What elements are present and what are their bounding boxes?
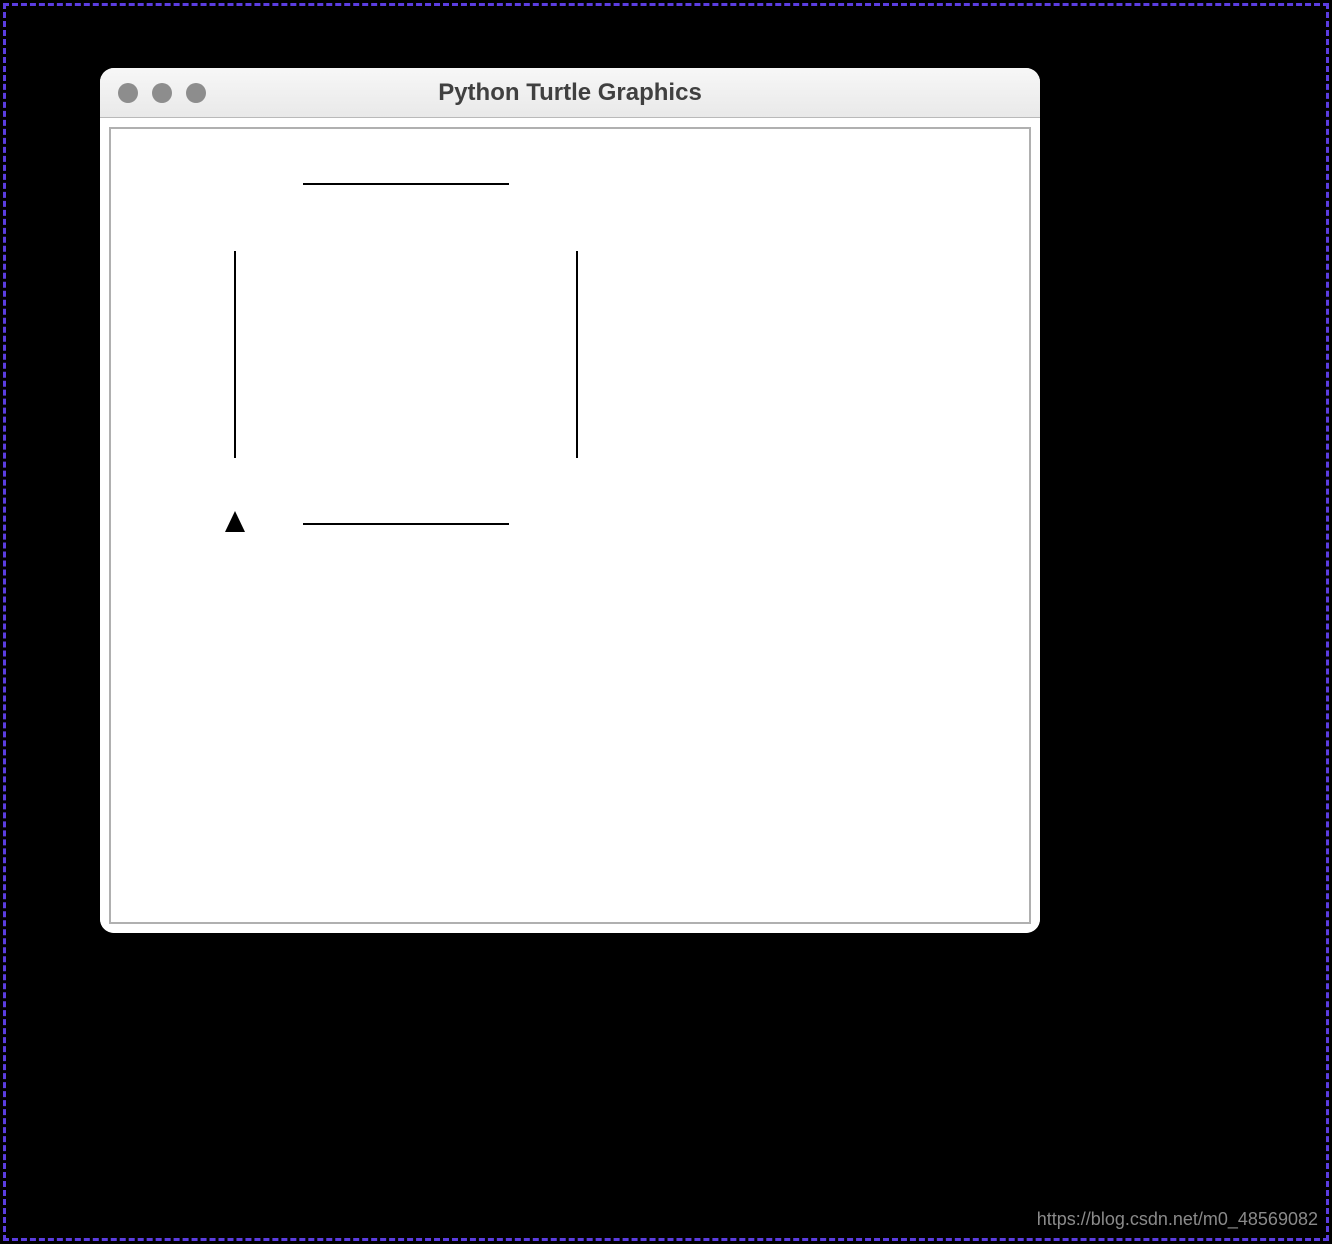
minimize-icon[interactable] bbox=[152, 83, 172, 103]
window-title: Python Turtle Graphics bbox=[100, 79, 1040, 107]
turtle-canvas[interactable] bbox=[109, 127, 1031, 924]
turtle-cursor-icon bbox=[225, 511, 245, 532]
zoom-icon[interactable] bbox=[186, 83, 206, 103]
canvas-frame bbox=[100, 118, 1040, 933]
close-icon[interactable] bbox=[118, 83, 138, 103]
window-controls bbox=[100, 83, 206, 103]
turtle-window: Python Turtle Graphics bbox=[100, 68, 1040, 933]
watermark-text: https://blog.csdn.net/m0_48569082 bbox=[1037, 1209, 1318, 1230]
window-titlebar[interactable]: Python Turtle Graphics bbox=[100, 68, 1040, 118]
turtle-drawing bbox=[111, 129, 1029, 922]
